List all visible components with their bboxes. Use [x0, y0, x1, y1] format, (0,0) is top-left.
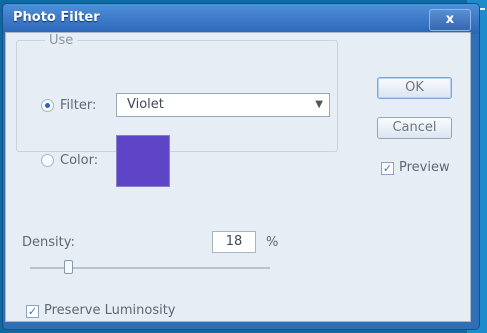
density-input[interactable]: 18 — [212, 231, 256, 253]
color-swatch[interactable] — [116, 135, 170, 187]
close-icon: x — [445, 12, 455, 27]
chevron-down-icon: ▼ — [315, 99, 323, 110]
density-unit: % — [266, 235, 279, 250]
filter-dropdown[interactable]: Violet ▼ — [116, 93, 330, 117]
use-group-label: Use — [45, 33, 78, 48]
title-bar[interactable]: Photo Filter x — [3, 4, 479, 34]
close-button[interactable]: x — [429, 9, 471, 31]
filter-radio[interactable] — [41, 99, 54, 112]
filter-label: Filter: — [60, 98, 97, 113]
color-label: Color: — [60, 153, 99, 168]
preview-label: Preview — [399, 160, 450, 175]
window-title: Photo Filter — [13, 10, 100, 25]
preserve-luminosity-checkbox[interactable]: ✓ — [26, 305, 39, 318]
filter-selected-value: Violet — [127, 97, 164, 112]
preserve-luminosity-label: Preserve Luminosity — [44, 303, 176, 318]
cancel-button[interactable]: Cancel — [377, 117, 452, 139]
ok-button[interactable]: OK — [377, 77, 452, 99]
density-slider-thumb[interactable] — [64, 260, 73, 274]
density-label: Density: — [22, 235, 75, 250]
color-radio[interactable] — [41, 154, 54, 167]
preview-checkbox[interactable]: ✓ — [381, 162, 394, 175]
